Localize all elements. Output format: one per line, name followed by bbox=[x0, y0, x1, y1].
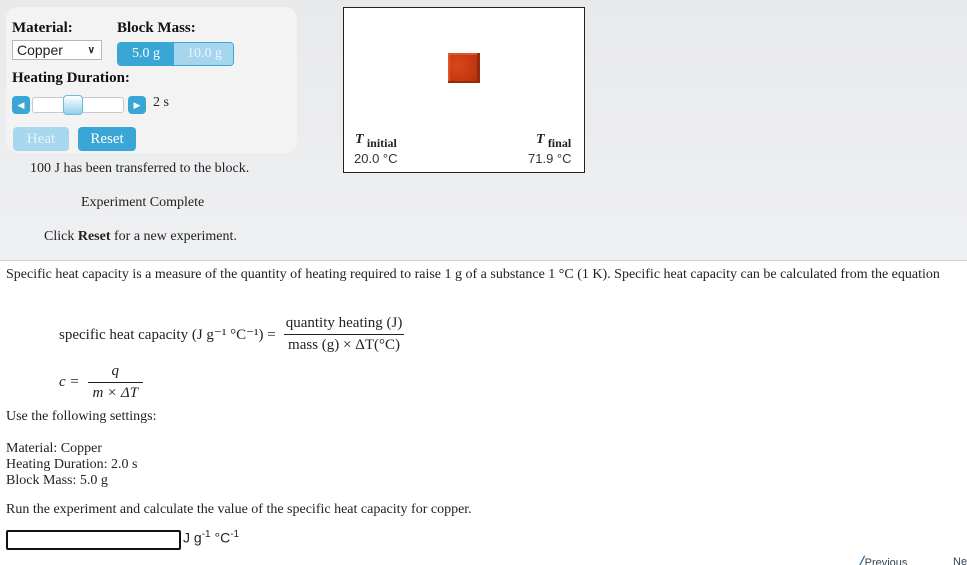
block-mass-toggle: 5.0 g 10.0 g bbox=[117, 42, 234, 66]
reset-instruction-bold: Reset bbox=[77, 229, 111, 244]
setting-material: Material: Copper bbox=[6, 441, 103, 456]
controls-panel: Material: Block Mass: Copper ∨ 5.0 g 10.… bbox=[6, 7, 297, 153]
caret-left-icon: ◀ bbox=[17, 99, 25, 110]
formula-words-fraction: quantity heating (J) mass (g) × ΔT(°C) bbox=[283, 315, 405, 354]
answer-unit-exp2: -1 bbox=[230, 529, 240, 540]
t-final-symbol: T bbox=[536, 132, 545, 147]
t-initial-symbol: T bbox=[355, 132, 364, 147]
answer-unit: J g-1 °C-1 bbox=[183, 529, 239, 546]
mass-option-5g[interactable]: 5.0 g bbox=[118, 43, 174, 65]
formula-words: specific heat capacity (J g⁻¹ °C⁻¹) = qu… bbox=[59, 315, 405, 354]
slider-thumb[interactable] bbox=[63, 95, 83, 115]
heating-duration-slider[interactable]: ◀ ▶ bbox=[12, 95, 146, 115]
energy-transferred-text: 100 J has been transferred to the block. bbox=[30, 161, 250, 176]
previous-label: Previous bbox=[864, 557, 908, 565]
formula-words-lhs: specific heat capacity (J g⁻¹ °C⁻¹) = bbox=[59, 327, 276, 343]
next-link[interactable]: Ne bbox=[953, 556, 967, 565]
duration-value: 2 s bbox=[153, 95, 169, 110]
t-final-subscript: final bbox=[547, 136, 572, 150]
formula-words-numerator: quantity heating (J) bbox=[283, 315, 405, 335]
answer-unit-exp1: -1 bbox=[201, 529, 211, 540]
previous-icon: ╱ bbox=[858, 557, 865, 565]
formula-words-denominator: mass (g) × ΔT(°C) bbox=[288, 337, 401, 353]
formula-symbols-lhs: c = bbox=[59, 374, 80, 390]
formula-symbols-fraction: q m × ΔT bbox=[87, 363, 144, 402]
task-instruction: Run the experiment and calculate the val… bbox=[6, 502, 472, 517]
answer-unit-base: J g bbox=[183, 529, 202, 546]
settings-heading: Use the following settings: bbox=[6, 409, 157, 424]
setting-mass: Block Mass: 5.0 g bbox=[6, 473, 108, 488]
reset-instruction-prefix: Click bbox=[44, 229, 78, 244]
formula-symbols-denominator: m × ΔT bbox=[92, 385, 139, 401]
formula-symbols-numerator: q bbox=[87, 363, 144, 383]
intro-paragraph: Specific heat capacity is a measure of t… bbox=[6, 267, 940, 282]
t-final-value: 71.9 °C bbox=[528, 151, 572, 166]
heating-duration-label: Heating Duration: bbox=[12, 70, 130, 86]
formula-symbols: c = q m × ΔT bbox=[59, 363, 144, 402]
slider-decrease-button[interactable]: ◀ bbox=[12, 96, 30, 114]
t-initial-subscript: initial bbox=[366, 136, 397, 150]
reset-button[interactable]: Reset bbox=[78, 127, 136, 151]
block-mass-label: Block Mass: bbox=[117, 20, 196, 36]
copper-block bbox=[448, 53, 480, 83]
slider-increase-button[interactable]: ▶ bbox=[128, 96, 146, 114]
answer-input[interactable] bbox=[6, 530, 181, 550]
reset-instruction-suffix: for a new experiment. bbox=[110, 229, 237, 244]
material-select[interactable]: Copper ∨ bbox=[12, 40, 102, 60]
t-initial-value: 20.0 °C bbox=[354, 151, 398, 166]
setting-duration: Heating Duration: 2.0 s bbox=[6, 457, 138, 472]
material-select-value: Copper bbox=[17, 42, 63, 58]
t-final-label: T final bbox=[536, 131, 572, 150]
material-label: Material: bbox=[12, 20, 73, 36]
heat-button[interactable]: Heat bbox=[13, 127, 69, 151]
chevron-down-icon: ∨ bbox=[87, 44, 95, 56]
experiment-display: T initial 20.0 °C T final 71.9 °C bbox=[343, 7, 585, 173]
simulation-area: Material: Block Mass: Copper ∨ 5.0 g 10.… bbox=[0, 0, 967, 261]
answer-unit-celsius: °C bbox=[210, 529, 231, 546]
slider-track[interactable] bbox=[32, 95, 124, 115]
previous-link[interactable]: ╱Previous bbox=[858, 556, 907, 565]
t-initial-label: T initial bbox=[355, 131, 397, 150]
experiment-complete-text: Experiment Complete bbox=[81, 195, 205, 210]
mass-option-10g[interactable]: 10.0 g bbox=[174, 43, 233, 65]
caret-right-icon: ▶ bbox=[133, 99, 141, 110]
reset-instruction-text: Click Reset for a new experiment. bbox=[44, 229, 237, 245]
